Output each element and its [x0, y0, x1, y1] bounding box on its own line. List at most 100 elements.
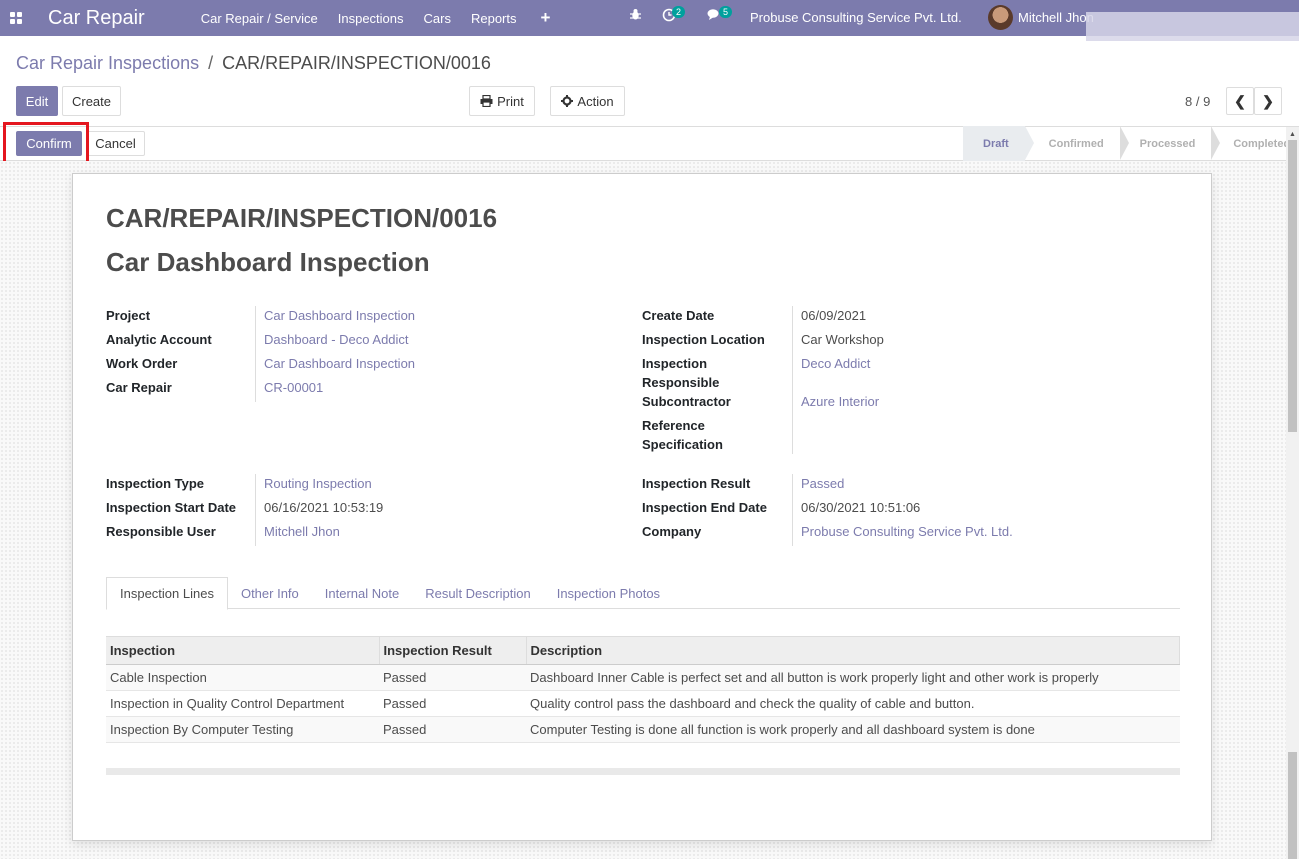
stage-draft[interactable]: Draft: [963, 126, 1034, 161]
form-sheet: CAR/REPAIR/INSPECTION/0016 Car Dashboard…: [72, 173, 1212, 841]
table-footer: [106, 768, 1180, 775]
tab-result-description[interactable]: Result Description: [412, 577, 544, 609]
plus-icon[interactable]: +: [541, 8, 551, 28]
stage-bar: Draft Confirmed Processed Completed: [963, 126, 1299, 161]
project-value[interactable]: Car Dashboard Inspection: [264, 306, 415, 325]
tab-other-info[interactable]: Other Info: [228, 577, 312, 609]
edit-button[interactable]: Edit: [16, 86, 58, 116]
print-icon: [480, 95, 493, 107]
chevron-right-icon: ❯: [1262, 92, 1274, 109]
reference-specification-label: Reference Specification: [642, 418, 723, 452]
cell-result: Passed: [379, 716, 526, 743]
left-group2-divider: [255, 474, 256, 546]
cell-inspection: Inspection By Computer Testing: [106, 716, 379, 743]
inspection-lines-table: Inspection Inspection Result Description…: [106, 636, 1180, 743]
inspection-result-value[interactable]: Passed: [801, 474, 844, 493]
tab-inspection-photos[interactable]: Inspection Photos: [544, 577, 673, 609]
user-menu[interactable]: Mitchell Jhon: [1018, 10, 1094, 25]
breadcrumb: Car Repair Inspections / CAR/REPAIR/INSP…: [16, 53, 491, 74]
inspection-responsible-label: Inspection Responsible: [642, 356, 720, 390]
tab-inspection-lines[interactable]: Inspection Lines: [106, 577, 228, 610]
table-row[interactable]: Cable Inspection Passed Dashboard Inner …: [106, 664, 1180, 691]
pager-next-button[interactable]: ❯: [1254, 87, 1282, 115]
app-name[interactable]: Car Repair: [48, 7, 145, 30]
bug-icon[interactable]: [629, 8, 642, 24]
column-header-inspection[interactable]: Inspection: [106, 636, 380, 665]
car-repair-label: Car Repair: [106, 380, 172, 395]
pager-previous-button[interactable]: ❮: [1226, 87, 1254, 115]
car-repair-value[interactable]: CR-00001: [264, 378, 323, 397]
breadcrumb-parent[interactable]: Car Repair Inspections: [16, 53, 199, 73]
menu-inspections[interactable]: Inspections: [338, 11, 404, 26]
menu-cars[interactable]: Cars: [424, 11, 451, 26]
apps-menu-icon[interactable]: [0, 0, 32, 36]
menu-car-repair-service[interactable]: Car Repair / Service: [201, 11, 318, 26]
company-value[interactable]: Probuse Consulting Service Pvt. Ltd.: [801, 522, 1013, 541]
activity-clock-icon[interactable]: 2: [662, 6, 686, 25]
breadcrumb-separator: /: [208, 53, 214, 73]
responsible-user-value[interactable]: Mitchell Jhon: [264, 522, 340, 541]
company-label: Company: [642, 524, 702, 539]
gear-icon: [561, 95, 574, 107]
stage-processed[interactable]: Processed: [1120, 126, 1221, 161]
table-header-row: Inspection Inspection Result Description: [106, 636, 1180, 665]
cancel-button[interactable]: Cancel: [86, 131, 145, 156]
analytic-account-label: Analytic Account: [106, 332, 212, 347]
tab-internal-note[interactable]: Internal Note: [312, 577, 412, 609]
column-header-inspection-result[interactable]: Inspection Result: [379, 636, 527, 665]
inspection-type-label: Inspection Type: [106, 476, 204, 491]
responsible-user-label: Responsible User: [106, 524, 216, 539]
analytic-account-value[interactable]: Dashboard - Deco Addict: [264, 330, 409, 349]
print-button[interactable]: Print: [469, 86, 535, 116]
confirm-highlight-box: [3, 122, 89, 164]
subcontractor-value[interactable]: Azure Interior: [801, 392, 879, 411]
scrollbar-thumb[interactable]: [1288, 140, 1297, 432]
cell-description: Dashboard Inner Cable is perfect set and…: [526, 664, 1180, 691]
scrollbar-thumb-secondary[interactable]: [1288, 752, 1297, 859]
user-avatar[interactable]: [988, 5, 1013, 30]
inspection-result-label: Inspection Result: [642, 476, 751, 491]
messages-icon[interactable]: 5: [707, 6, 733, 24]
subcontractor-label: Subcontractor: [642, 394, 731, 409]
inspection-end-date-value: 06/30/2021 10:51:06: [801, 500, 921, 515]
menu-reports[interactable]: Reports: [471, 11, 517, 26]
work-order-value[interactable]: Car Dashboard Inspection: [264, 354, 415, 373]
stage-draft-label: Draft: [983, 137, 1009, 150]
work-order-label: Work Order: [106, 356, 178, 371]
column-header-description[interactable]: Description: [526, 636, 1180, 665]
inspection-responsible-value[interactable]: Deco Addict: [801, 354, 870, 373]
inspection-type-value[interactable]: Routing Inspection: [264, 474, 372, 493]
stage-processed-label: Processed: [1139, 137, 1196, 150]
project-label: Project: [106, 308, 151, 323]
print-label: Print: [497, 93, 524, 109]
table-row[interactable]: Inspection in Quality Control Department…: [106, 690, 1180, 717]
stage-completed-label: Completed: [1233, 137, 1291, 150]
table-row[interactable]: Inspection By Computer Testing Passed Co…: [106, 716, 1180, 743]
inspection-start-date-label: Inspection Start Date: [106, 500, 237, 515]
right-group-divider: [792, 306, 793, 454]
notebook-tabs: Inspection Lines Other Info Internal Not…: [106, 577, 1180, 610]
cell-inspection: Inspection in Quality Control Department: [106, 690, 379, 717]
cell-inspection: Cable Inspection: [106, 664, 379, 691]
breadcrumb-current: CAR/REPAIR/INSPECTION/0016: [222, 53, 491, 73]
stage-confirmed-label: Confirmed: [1048, 137, 1104, 150]
action-button[interactable]: Action: [550, 86, 625, 116]
action-label: Action: [577, 93, 614, 109]
record-reference: CAR/REPAIR/INSPECTION/0016: [106, 203, 498, 233]
cell-result: Passed: [379, 690, 526, 717]
messages-count-badge: 5: [719, 6, 733, 18]
company-switcher[interactable]: Probuse Consulting Service Pvt. Ltd.: [750, 10, 962, 25]
scroll-up-arrow-icon[interactable]: ▲: [1289, 131, 1296, 138]
cell-description: Computer Testing is done all function is…: [526, 716, 1180, 743]
blurred-region: [1086, 12, 1299, 41]
left-group-divider: [255, 306, 256, 402]
create-date-value: 06/09/2021: [801, 308, 867, 323]
inspection-location-label: Inspection Location: [642, 332, 765, 347]
stage-confirmed[interactable]: Confirmed: [1025, 126, 1129, 161]
pager-value[interactable]: 8 / 9: [1185, 94, 1210, 109]
inspection-start-date-value: 06/16/2021 10:53:19: [264, 500, 384, 515]
create-button[interactable]: Create: [62, 86, 121, 116]
record-name: Car Dashboard Inspection: [106, 247, 430, 277]
activity-count-badge: 2: [672, 6, 686, 18]
right-group2-divider: [792, 474, 793, 546]
